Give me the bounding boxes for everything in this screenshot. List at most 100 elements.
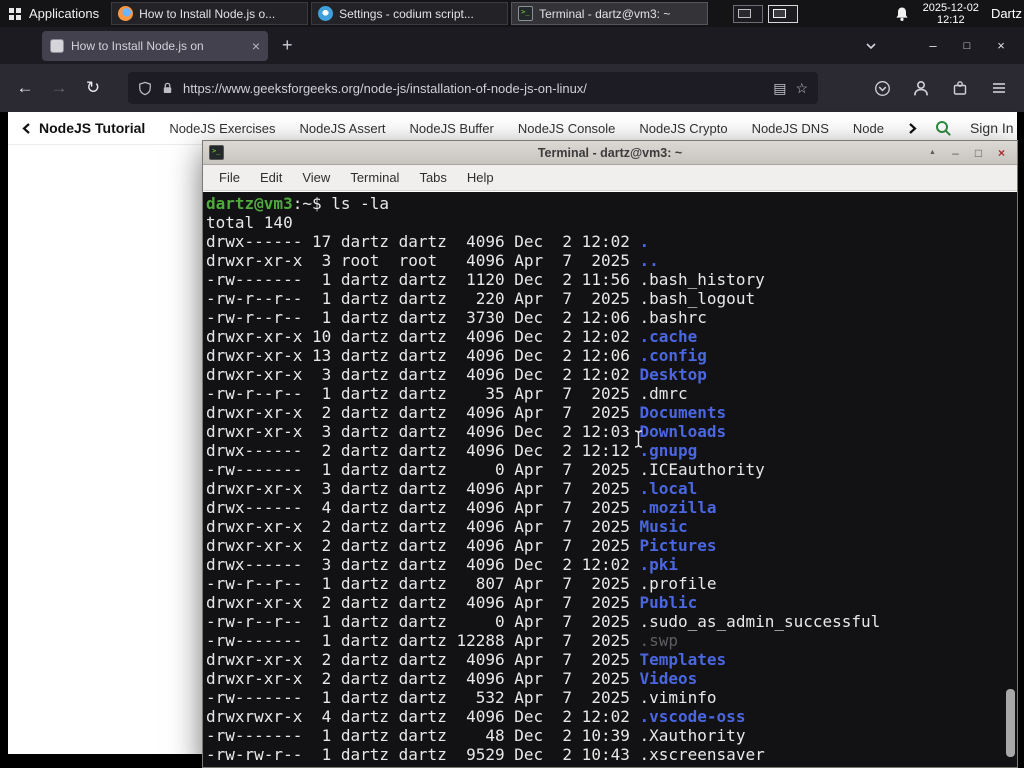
search-icon[interactable] bbox=[935, 120, 952, 137]
entry-name: .dmrc bbox=[639, 384, 688, 403]
browser-maximize-button[interactable]: □ bbox=[950, 40, 984, 52]
listing-fields: drwxr-xr-x 10 dartz dartz 4096 Dec 2 12:… bbox=[206, 327, 640, 346]
terminal-titlebar[interactable]: Terminal - dartz@vm3: ~ ▲ – □ × bbox=[203, 141, 1017, 165]
terminal-shade-button[interactable]: ▲ bbox=[923, 146, 942, 160]
sign-in-link[interactable]: Sign In bbox=[970, 120, 1014, 136]
account-icon[interactable] bbox=[908, 75, 934, 101]
nav-link-tutorial[interactable]: NodeJS Tutorial bbox=[22, 120, 145, 136]
menu-help[interactable]: Help bbox=[457, 170, 504, 185]
terminal-output-line: -rw-rw-r-- 1 dartz dartz 9529 Dec 2 10:4… bbox=[206, 745, 1017, 764]
taskbar-button-firefox[interactable]: How to Install Node.js o... bbox=[111, 2, 309, 25]
terminal-close-button[interactable]: × bbox=[992, 146, 1011, 160]
entry-name: .config bbox=[639, 346, 707, 365]
workspace-switcher[interactable] bbox=[733, 4, 799, 23]
terminal-maximize-button[interactable]: □ bbox=[969, 146, 988, 160]
listing-fields: drwx------ 17 dartz dartz 4096 Dec 2 12:… bbox=[206, 232, 640, 251]
terminal-output-line: drwxr-xr-x 10 dartz dartz 4096 Dec 2 12:… bbox=[206, 327, 1017, 346]
entry-name: .viminfo bbox=[639, 688, 717, 707]
workspace-window-thumb bbox=[738, 8, 752, 18]
entry-name: .. bbox=[639, 251, 659, 270]
url-bar[interactable]: https://www.geeksforgeeks.org/node-js/in… bbox=[128, 72, 818, 104]
tracking-shield-icon[interactable] bbox=[138, 81, 152, 96]
entry-name: .gnupg bbox=[639, 441, 698, 460]
reload-button[interactable]: ↻ bbox=[78, 73, 108, 103]
chevron-left-icon bbox=[22, 122, 30, 134]
chevron-right-icon[interactable] bbox=[908, 122, 917, 135]
workspace-1[interactable] bbox=[733, 4, 764, 23]
terminal-output-line: -rw------- 1 dartz dartz 0 Apr 7 2025 .I… bbox=[206, 460, 1017, 479]
terminal-output-line: -rw------- 1 dartz dartz 12288 Apr 7 202… bbox=[206, 631, 1017, 650]
terminal-output-line: drwxr-xr-x 2 dartz dartz 4096 Apr 7 2025… bbox=[206, 650, 1017, 669]
nav-link-exercises[interactable]: NodeJS Exercises bbox=[169, 121, 275, 136]
pocket-icon[interactable] bbox=[869, 75, 895, 101]
taskbar-title: Terminal - dartz@vm3: ~ bbox=[539, 6, 671, 21]
terminal-output-line: -rw-r--r-- 1 dartz dartz 35 Apr 7 2025 .… bbox=[206, 384, 1017, 403]
list-all-tabs-button[interactable] bbox=[864, 40, 878, 52]
reader-view-icon[interactable]: ▤ bbox=[773, 80, 786, 97]
terminal-window-controls: ▲ – □ × bbox=[923, 146, 1017, 160]
taskbar-button-codium[interactable]: Settings - codium script... bbox=[311, 2, 509, 25]
listing-fields: drwxr-xr-x 2 dartz dartz 4096 Apr 7 2025 bbox=[206, 650, 640, 669]
listing-fields: drwxr-xr-x 2 dartz dartz 4096 Apr 7 2025 bbox=[206, 536, 640, 555]
listing-fields: -rw-r--r-- 1 dartz dartz 807 Apr 7 2025 bbox=[206, 574, 640, 593]
nav-link-buffer[interactable]: NodeJS Buffer bbox=[410, 121, 494, 136]
codium-icon bbox=[318, 6, 334, 21]
listing-fields: drwxr-xr-x 2 dartz dartz 4096 Apr 7 2025 bbox=[206, 403, 640, 422]
terminal-output-line: drwx------ 3 dartz dartz 4096 Dec 2 12:0… bbox=[206, 555, 1017, 574]
listing-fields: drwxr-xr-x 13 dartz dartz 4096 Dec 2 12:… bbox=[206, 346, 640, 365]
terminal-output-line: drwx------ 2 dartz dartz 4096 Dec 2 12:1… bbox=[206, 441, 1017, 460]
listing-fields: -rw-r--r-- 1 dartz dartz 220 Apr 7 2025 bbox=[206, 289, 640, 308]
browser-close-button[interactable]: × bbox=[984, 38, 1018, 53]
terminal-output[interactable]: dartz@vm3:~$ ls -la total 140 drwx------… bbox=[203, 192, 1017, 767]
entry-name: .ICEauthority bbox=[639, 460, 765, 479]
listing-fields: drwxr-xr-x 3 dartz dartz 4096 Dec 2 12:0… bbox=[206, 422, 640, 441]
menu-file[interactable]: File bbox=[209, 170, 250, 185]
entry-name: . bbox=[639, 232, 650, 251]
tab-close-icon[interactable]: × bbox=[252, 38, 260, 54]
menu-icon[interactable] bbox=[986, 75, 1012, 101]
chevron-down-icon bbox=[866, 42, 876, 49]
entry-name: .swp bbox=[639, 631, 679, 650]
clock-time: 12:12 bbox=[937, 13, 965, 26]
desktop: Applications How to Install Node.js o...… bbox=[0, 0, 1024, 768]
back-button[interactable]: ← bbox=[10, 73, 40, 103]
listing-fields: drwxr-xr-x 3 root root 4096 Apr 7 2025 bbox=[206, 251, 640, 270]
entry-name: Downloads bbox=[639, 422, 727, 441]
tab-title-fade bbox=[210, 30, 244, 61]
firefox-icon bbox=[118, 6, 134, 21]
listing-fields: -rw-r--r-- 1 dartz dartz 0 Apr 7 2025 bbox=[206, 612, 640, 631]
terminal-output-line: drwxr-xr-x 2 dartz dartz 4096 Apr 7 2025… bbox=[206, 669, 1017, 688]
nav-link-node-truncated[interactable]: Node bbox=[853, 121, 884, 136]
entry-name: Music bbox=[639, 517, 688, 536]
nav-link-assert[interactable]: NodeJS Assert bbox=[300, 121, 386, 136]
notification-bell-button[interactable] bbox=[895, 6, 909, 22]
extensions-icon[interactable] bbox=[947, 75, 973, 101]
taskbar-button-terminal[interactable]: Terminal - dartz@vm3: ~ bbox=[511, 2, 709, 25]
browser-minimize-button[interactable]: – bbox=[916, 38, 950, 53]
panel-clock[interactable]: 2025-12-02 12:12 bbox=[923, 2, 979, 26]
terminal-output-line: drwxr-xr-x 3 dartz dartz 4096 Apr 7 2025… bbox=[206, 479, 1017, 498]
nav-link-dns[interactable]: NodeJS DNS bbox=[752, 121, 829, 136]
bookmark-star-icon[interactable]: ☆ bbox=[795, 80, 808, 97]
forward-button[interactable]: → bbox=[44, 73, 74, 103]
browser-tab[interactable]: How to Install Node.js on × bbox=[42, 30, 268, 61]
lock-icon[interactable] bbox=[161, 81, 174, 95]
listing-fields: drwx------ 4 dartz dartz 4096 Apr 7 2025 bbox=[206, 498, 640, 517]
nav-link-label: NodeJS Tutorial bbox=[39, 120, 146, 136]
workspace-2[interactable] bbox=[768, 4, 799, 23]
terminal-menubar: File Edit View Terminal Tabs Help bbox=[203, 165, 1017, 191]
menu-terminal[interactable]: Terminal bbox=[340, 170, 409, 185]
new-tab-button[interactable]: + bbox=[282, 35, 293, 56]
terminal-minimize-button[interactable]: – bbox=[946, 146, 965, 160]
menu-edit[interactable]: Edit bbox=[250, 170, 292, 185]
panel-user-label[interactable]: Dartz bbox=[991, 6, 1022, 21]
menu-view[interactable]: View bbox=[292, 170, 340, 185]
terminal-output-line: -rw-r--r-- 1 dartz dartz 0 Apr 7 2025 .s… bbox=[206, 612, 1017, 631]
nav-link-crypto[interactable]: NodeJS Crypto bbox=[639, 121, 727, 136]
menu-tabs[interactable]: Tabs bbox=[409, 170, 456, 185]
terminal-output-line: -rw------- 1 dartz dartz 532 Apr 7 2025 … bbox=[206, 688, 1017, 707]
applications-menu-button[interactable]: Applications bbox=[0, 0, 111, 27]
bell-icon bbox=[896, 7, 908, 21]
terminal-scrollbar-thumb[interactable] bbox=[1006, 689, 1015, 757]
nav-link-console[interactable]: NodeJS Console bbox=[518, 121, 616, 136]
